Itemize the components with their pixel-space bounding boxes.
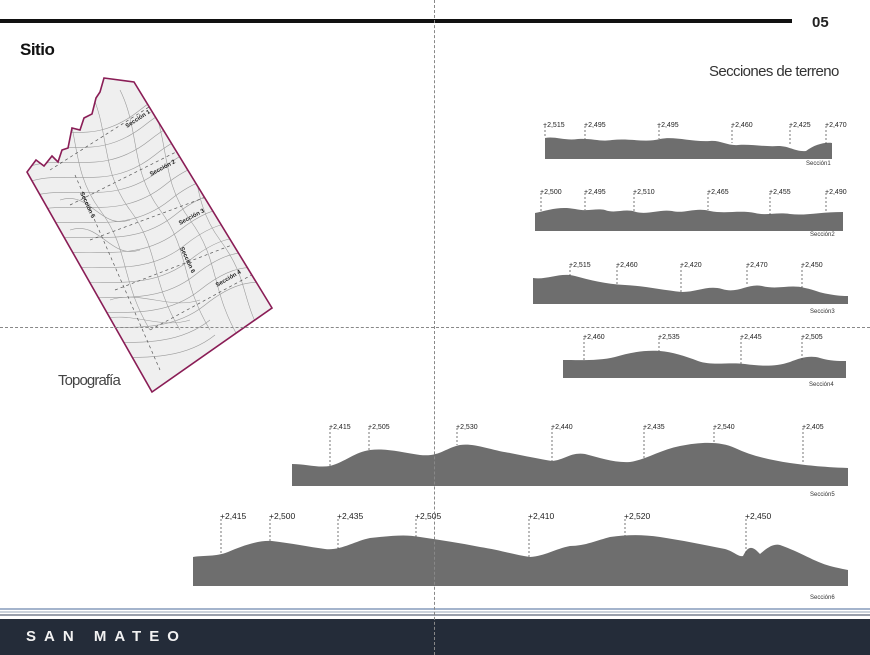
footer-rules <box>0 608 870 616</box>
elevation-label: +2,495 <box>657 122 679 129</box>
elevation-label: +2,415 <box>329 424 351 431</box>
elevation-label: +2,470 <box>825 122 847 129</box>
elevation-label: +2,495 <box>584 122 606 129</box>
elevation-label: +2,435 <box>643 424 665 431</box>
elevation-label: +2,505 <box>801 334 823 341</box>
horizontal-guide <box>0 327 870 328</box>
elevation-label: +2,520 <box>624 511 651 521</box>
elevation-label: +2,415 <box>220 511 247 521</box>
elevation-label: +2,450 <box>801 262 823 269</box>
elevation-label: +2,540 <box>713 424 735 431</box>
elevation-label: +2,465 <box>707 189 729 196</box>
elevation-label: +2,500 <box>540 189 562 196</box>
profile-5-shape <box>292 442 848 486</box>
elevation-label: +2,405 <box>802 424 824 431</box>
section-name: Sección1 <box>806 161 831 167</box>
elevation-label: +2,495 <box>584 189 606 196</box>
elevation-label: +2,440 <box>551 424 573 431</box>
elevation-label: +2,535 <box>658 334 680 341</box>
footer-brand: SAN MATEO <box>26 628 187 645</box>
elevation-label: +2,515 <box>543 122 565 129</box>
section-name: Sección6 <box>810 595 835 601</box>
elevation-label: +2,530 <box>456 424 478 431</box>
elevation-label: +2,460 <box>616 262 638 269</box>
elevation-label: +2,490 <box>825 189 847 196</box>
footer-bar: SAN MATEO <box>0 619 870 655</box>
elevation-label: +2,450 <box>745 511 772 521</box>
elevation-label: +2,410 <box>528 511 555 521</box>
profile-4-shape <box>563 350 846 378</box>
section-name: Sección5 <box>810 492 835 498</box>
section-name: Sección2 <box>810 232 835 238</box>
elevation-label: +2,470 <box>746 262 768 269</box>
profile-2-shape <box>535 207 843 231</box>
elevation-label: +2,505 <box>415 511 442 521</box>
profile-3-shape <box>533 274 848 304</box>
elevation-label: +2,460 <box>583 334 605 341</box>
elevation-label: +2,505 <box>368 424 390 431</box>
elevation-label: +2,455 <box>769 189 791 196</box>
elevation-label: +2,425 <box>789 122 811 129</box>
elevation-label: +2,445 <box>740 334 762 341</box>
elevation-label: +2,460 <box>731 122 753 129</box>
elevation-label: +2,435 <box>337 511 364 521</box>
elevation-label: +2,510 <box>633 189 655 196</box>
elevation-label: +2,515 <box>569 262 591 269</box>
elevation-label: +2,420 <box>680 262 702 269</box>
section-name: Sección4 <box>809 382 834 388</box>
profile-1-shape <box>545 137 832 159</box>
elevation-label: +2,500 <box>269 511 296 521</box>
elevation-markers <box>220 126 827 557</box>
section-name: Sección3 <box>810 309 835 315</box>
profile-6-shape <box>193 535 848 586</box>
